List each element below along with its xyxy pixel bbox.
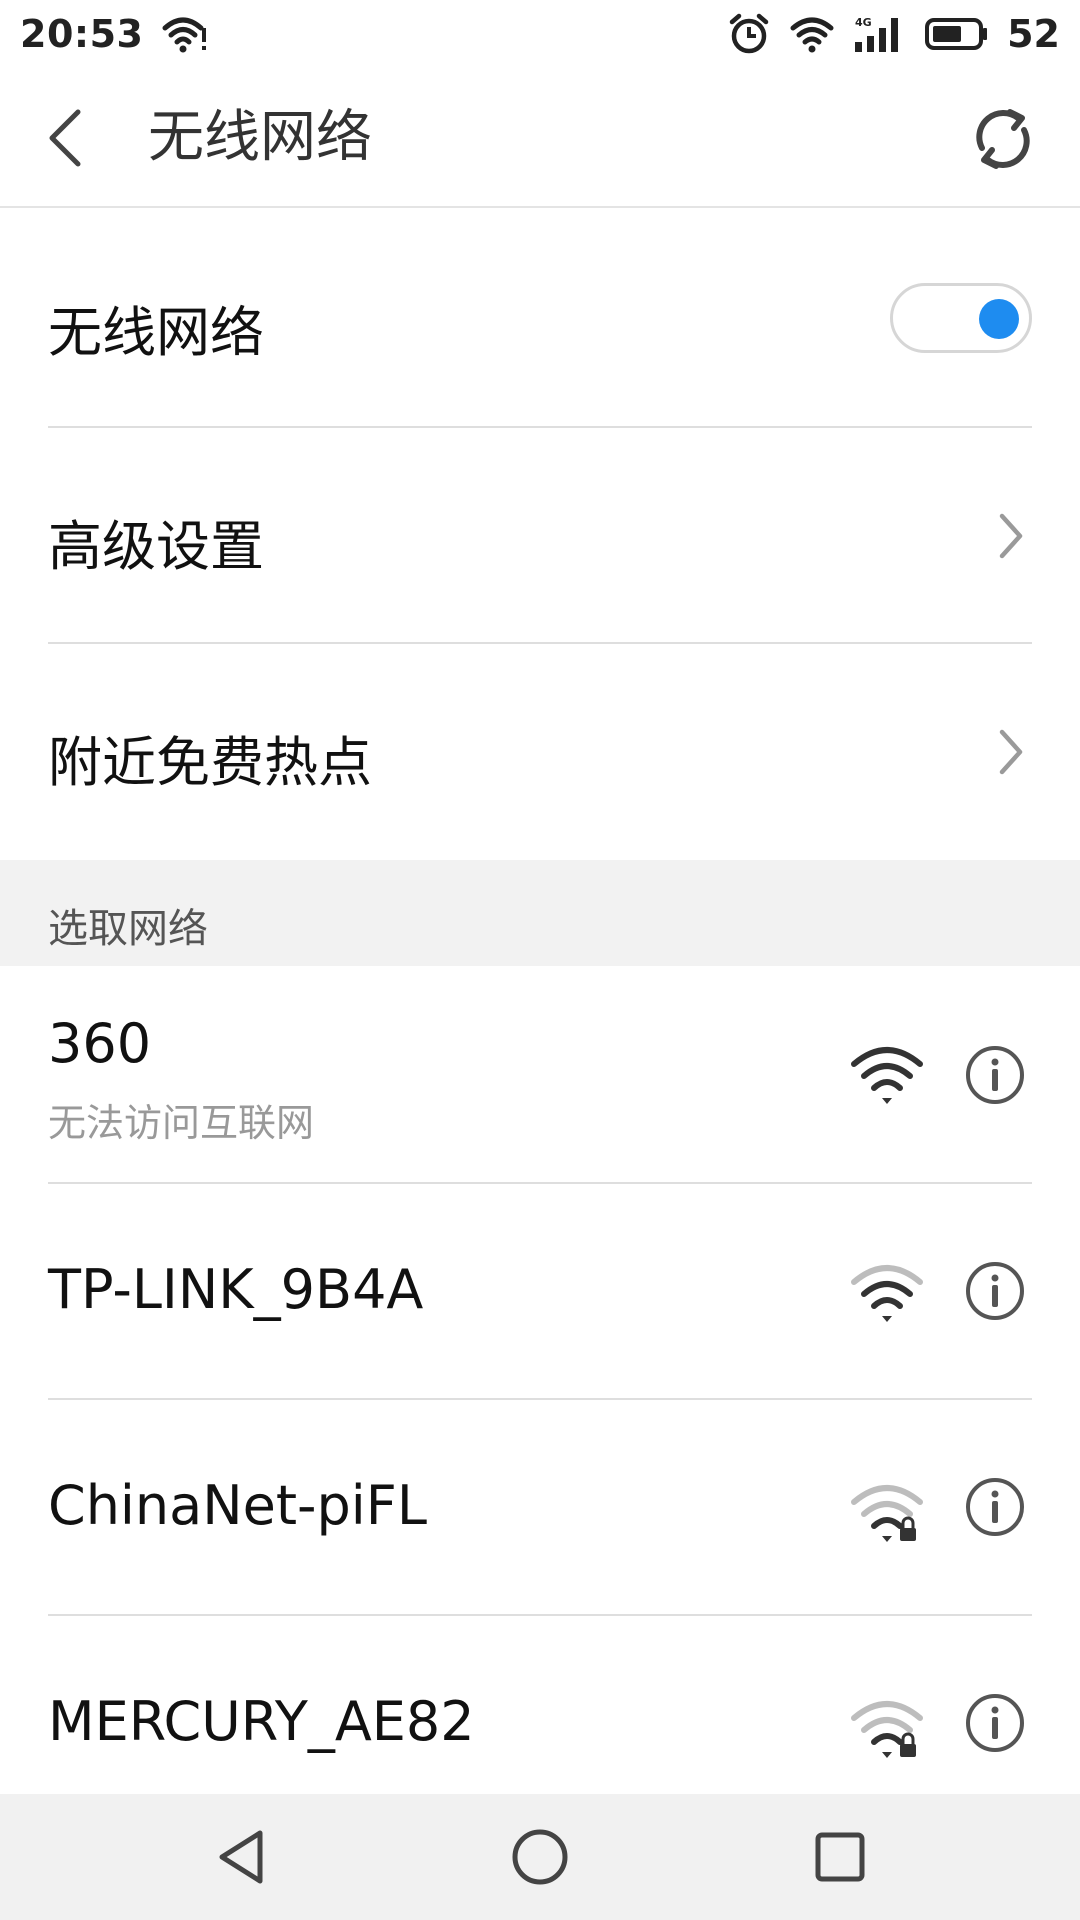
info-icon[interactable]: [964, 1044, 1026, 1106]
wifi-signal-locked-icon: [851, 1485, 923, 1542]
refresh-icon: [976, 109, 1030, 169]
info-icon[interactable]: [964, 1260, 1026, 1322]
nav-recents-icon[interactable]: [810, 1827, 870, 1887]
wifi-toggle-switch[interactable]: [890, 283, 1032, 353]
section-title: 选取网络: [48, 906, 208, 952]
nav-back-icon[interactable]: [212, 1827, 272, 1887]
network-name: ChinaNet-piFL: [48, 1474, 427, 1537]
wifi-signal-strong-icon: [851, 1047, 923, 1104]
toggle-knob: [979, 299, 1019, 339]
nav-home-icon[interactable]: [510, 1827, 570, 1887]
alarm-icon: [727, 12, 771, 56]
network-item-360[interactable]: 360 无法访问互联网: [0, 966, 1080, 1182]
battery-level: 52: [1007, 12, 1060, 56]
status-bar: 20:53 4G 52: [0, 0, 1080, 68]
navigation-bar: [0, 1794, 1080, 1920]
wifi-signal-locked-icon: [851, 1701, 923, 1758]
wifi-toggle-label: 无线网络: [48, 301, 264, 364]
wifi-status-icon: [161, 14, 209, 54]
network-name: 360: [48, 1012, 152, 1075]
wifi-connected-icon: [789, 14, 835, 54]
section-header: 选取网络: [0, 860, 1080, 966]
wifi-signal-medium-icon: [851, 1265, 923, 1322]
free-hotspots-row[interactable]: 附近免费热点: [0, 644, 1080, 860]
page-title: 无线网络: [148, 105, 372, 170]
network-name: MERCURY_AE82: [48, 1690, 475, 1753]
network-item-mercury[interactable]: MERCURY_AE82: [0, 1616, 1080, 1794]
network-item-chinanet[interactable]: ChinaNet-piFL: [0, 1400, 1080, 1614]
status-time: 20:53: [20, 12, 144, 56]
network-item-tp-link[interactable]: TP-LINK_9B4A: [0, 1184, 1080, 1398]
network-status: 无法访问互联网: [48, 1101, 315, 1145]
advanced-settings-label: 高级设置: [48, 515, 264, 578]
app-bar: 无线网络: [0, 68, 1080, 208]
info-icon[interactable]: [964, 1476, 1026, 1538]
back-button[interactable]: [40, 106, 100, 170]
chevron-right-icon: [999, 729, 1023, 775]
free-hotspots-label: 附近免费热点: [48, 731, 372, 794]
chevron-right-icon: [999, 513, 1023, 559]
network-type-label: 4G: [855, 16, 872, 29]
cellular-signal-icon: 4G: [853, 14, 905, 54]
refresh-button[interactable]: [968, 104, 1038, 174]
chevron-left-icon: [49, 109, 81, 167]
advanced-settings-row[interactable]: 高级设置: [0, 428, 1080, 642]
battery-icon: [923, 16, 989, 52]
info-icon[interactable]: [964, 1692, 1026, 1754]
network-name: TP-LINK_9B4A: [48, 1258, 424, 1321]
